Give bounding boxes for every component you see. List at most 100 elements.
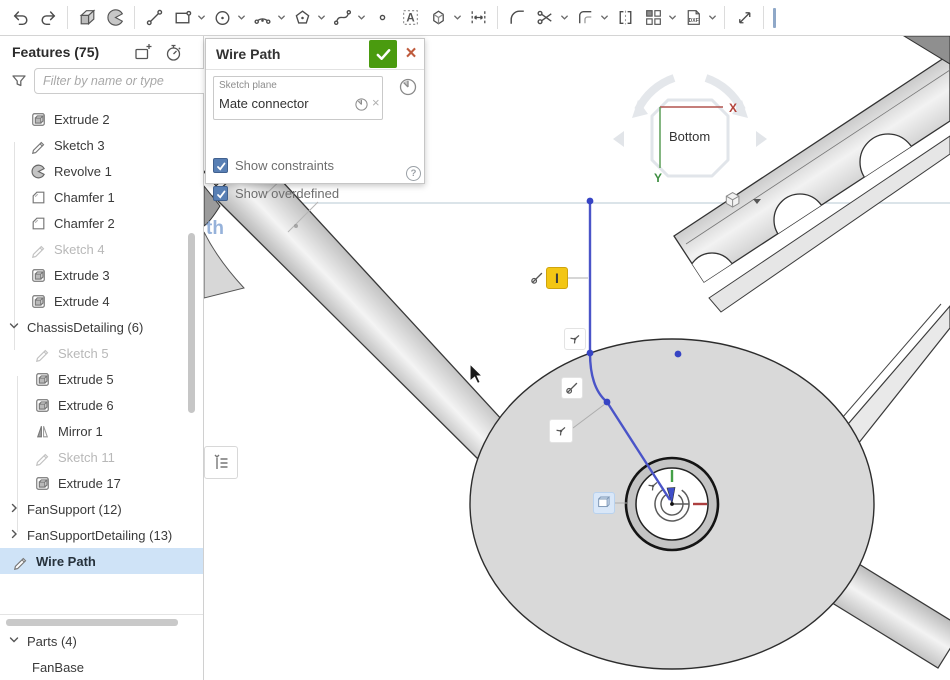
sketch-icon (12, 553, 29, 570)
close-icon: × (405, 43, 416, 65)
filter-input[interactable] (34, 68, 210, 94)
feature-row[interactable]: Mirror 1 (0, 418, 203, 444)
sketch-spline-dropdown[interactable] (355, 5, 367, 31)
mirror-icon (34, 423, 51, 440)
cancel-button[interactable]: × (400, 40, 422, 68)
measure-icon[interactable] (731, 5, 757, 31)
feature-row[interactable]: Extrude 5 (0, 366, 203, 392)
use-project-dropdown[interactable] (451, 5, 463, 31)
show-constraints-row[interactable]: Show constraints (213, 158, 334, 173)
panel-scrollbar-thumb[interactable] (188, 233, 195, 413)
import-dxf-dwg-icon[interactable] (680, 5, 706, 31)
face-selection-badge[interactable] (593, 492, 615, 514)
feature-row[interactable]: Sketch 11 (0, 444, 203, 470)
coincident-icon[interactable] (642, 475, 664, 497)
feature-row[interactable]: Sketch 5 (0, 340, 203, 366)
sketch-circle-icon[interactable] (209, 5, 235, 31)
sketch-fillet-icon[interactable] (504, 5, 530, 31)
checkbox-checked-icon[interactable] (213, 158, 228, 173)
feature-row[interactable]: Revolve 1 (0, 158, 203, 184)
show-overdefined-row[interactable]: Show overdefined (213, 186, 339, 201)
sketch-text-icon[interactable] (397, 5, 423, 31)
sketch-point (587, 198, 594, 205)
sketch-dimension-icon[interactable] (465, 5, 491, 31)
feature-row[interactable]: Extrude 4 (0, 288, 203, 314)
feature-row[interactable]: Chamfer 2 (0, 210, 203, 236)
use-project-icon[interactable] (425, 5, 451, 31)
feature-row[interactable]: Extrude 17 (0, 470, 203, 496)
feature-row[interactable]: Extrude 2 (0, 106, 203, 132)
sketch-rectangle-tool-group (169, 5, 207, 31)
sketch-fillet-tool-group (504, 5, 530, 31)
offset-dropdown[interactable] (598, 5, 610, 31)
sketch-plane-field[interactable]: Sketch plane Mate connector × (213, 76, 383, 120)
revolve-solid-icon[interactable] (102, 5, 128, 31)
sketch-icon (34, 345, 51, 362)
chevron-right-icon[interactable] (8, 528, 22, 542)
sketch-polygon-tool-group (289, 5, 327, 31)
help-icon[interactable]: ? (406, 166, 421, 181)
sketch-line-icon[interactable] (141, 5, 167, 31)
import-dxf-dwg-tool-group (680, 5, 718, 31)
filter-icon[interactable] (10, 72, 28, 90)
feature-label: Chamfer 1 (54, 190, 115, 205)
create-mate-connector-icon[interactable] (398, 77, 418, 97)
pattern-icon[interactable] (640, 5, 666, 31)
view-face-label[interactable]: Bottom (663, 127, 716, 146)
checkbox-checked-icon[interactable] (213, 186, 228, 201)
feature-label: FanSupport (12) (27, 502, 122, 517)
extrude-solid-icon[interactable] (74, 5, 100, 31)
pierce-icon[interactable] (561, 377, 583, 399)
sketch-circle-dropdown[interactable] (235, 5, 247, 31)
sketch-mirror-tool-group (612, 5, 638, 31)
feature-label: Mirror 1 (58, 424, 103, 439)
sketch-polygon-icon[interactable] (289, 5, 315, 31)
rollback-timer-icon[interactable] (164, 43, 184, 63)
vertical-constraint-badge[interactable]: I (546, 267, 568, 289)
pierce-icon[interactable] (526, 267, 548, 289)
feature-label: Extrude 17 (58, 476, 121, 491)
sketch-point (587, 350, 594, 357)
chevron-right-icon[interactable] (8, 502, 22, 516)
pattern-dropdown[interactable] (666, 5, 678, 31)
parts-header[interactable]: Parts (4) (0, 628, 203, 654)
commit-button[interactable] (369, 40, 397, 68)
sketch-arc-icon[interactable] (249, 5, 275, 31)
import-dxf-dwg-dropdown[interactable] (706, 5, 718, 31)
offset-icon[interactable] (572, 5, 598, 31)
feature-row[interactable]: Extrude 6 (0, 392, 203, 418)
sketch-rectangle-icon[interactable] (169, 5, 195, 31)
sketch-spline-icon[interactable] (329, 5, 355, 31)
coincident-icon[interactable] (564, 328, 586, 350)
mate-connector-icon[interactable] (354, 97, 369, 112)
sketch-point (675, 351, 682, 358)
sketch-mirror-icon[interactable] (612, 5, 638, 31)
sketch-polygon-dropdown[interactable] (315, 5, 327, 31)
sketch-rectangle-dropdown[interactable] (195, 5, 207, 31)
feature-row[interactable]: ChassisDetailing (6) (0, 314, 203, 340)
insert-folder-icon[interactable] (134, 43, 154, 63)
feature-row[interactable]: Chamfer 1 (0, 184, 203, 210)
view-cube-menu-button[interactable] (720, 188, 766, 214)
coincident-icon[interactable] (549, 419, 573, 443)
feature-list-flyout-button[interactable] (204, 446, 238, 479)
sketch-point-icon[interactable] (369, 5, 395, 31)
sketch-point-tool-group (369, 5, 395, 31)
panel-splitter[interactable] (0, 614, 203, 629)
trim-tool-group (532, 5, 570, 31)
undo-icon[interactable] (7, 5, 33, 31)
feature-row[interactable]: Sketch 3 (0, 132, 203, 158)
feature-row[interactable]: Extrude 3 (0, 262, 203, 288)
feature-row[interactable]: FanSupport (12) (0, 496, 203, 522)
feature-row[interactable]: FanSupportDetailing (13) (0, 522, 203, 548)
feature-row[interactable]: Sketch 4 (0, 236, 203, 262)
trim-icon[interactable] (532, 5, 558, 31)
trim-dropdown[interactable] (558, 5, 570, 31)
chevron-down-icon[interactable] (8, 320, 22, 334)
redo-icon[interactable] (35, 5, 61, 31)
sketch-arc-dropdown[interactable] (275, 5, 287, 31)
feature-row[interactable]: Wire Path (0, 548, 203, 574)
clear-selection-icon[interactable]: × (372, 95, 380, 110)
part-row[interactable]: FanBase (0, 654, 203, 680)
splitter-handle[interactable] (6, 619, 178, 626)
